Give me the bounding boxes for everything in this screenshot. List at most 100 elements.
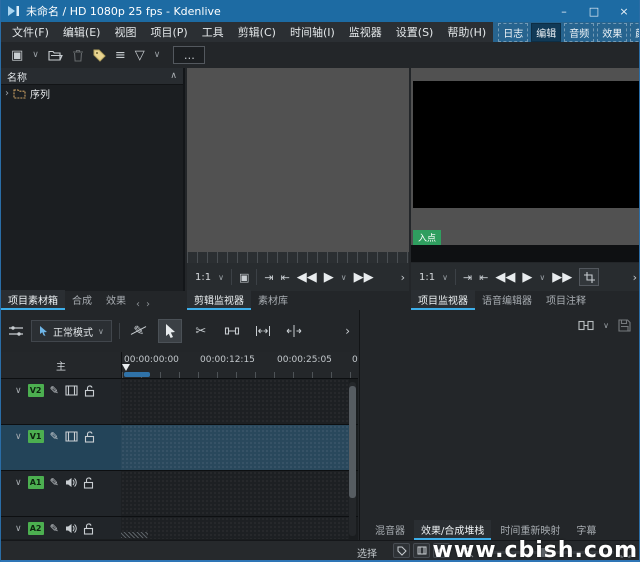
monitor-frame-icon[interactable]: ▣ xyxy=(239,271,249,284)
razor-tool[interactable]: ✂ xyxy=(189,319,213,343)
trash-icon[interactable] xyxy=(72,49,84,62)
track-header-a2[interactable]: ∨ A2 ✎ xyxy=(1,517,121,539)
project-monitor-ruler[interactable] xyxy=(411,245,640,262)
rewind-button[interactable]: ◀◀ xyxy=(495,270,515,285)
tab-time-remap[interactable]: 时间重新映射 xyxy=(493,520,567,540)
chevron-down-icon[interactable]: ∨ xyxy=(15,386,22,396)
sort-ascending-icon[interactable]: ∧ xyxy=(170,71,177,81)
tab-speech-editor[interactable]: 语音编辑器 xyxy=(475,290,539,310)
master-track-button[interactable]: 主 xyxy=(1,352,121,378)
menu-clip[interactable]: 剪辑(C) xyxy=(231,22,283,42)
ripple-tool[interactable] xyxy=(251,319,275,343)
tab-clip-monitor[interactable]: 剪辑监视器 xyxy=(187,290,251,310)
menu-monitor[interactable]: 监视器 xyxy=(342,22,389,42)
name-column-label[interactable]: 名称 xyxy=(7,69,170,84)
monitor-zoom-level[interactable]: 1:1 xyxy=(419,272,435,283)
bin-item-label[interactable]: 序列 xyxy=(30,86,50,101)
tag-icon[interactable] xyxy=(93,49,106,62)
track-lane-v2[interactable] xyxy=(121,379,349,424)
tab-mixer[interactable]: 混音器 xyxy=(368,520,412,540)
chevron-down-icon[interactable]: ∨ xyxy=(15,478,22,488)
menu-settings[interactable]: 设置(S) xyxy=(389,22,441,42)
thumbnails-toggle-button[interactable] xyxy=(413,543,430,558)
edit-pencil-icon[interactable]: ✎ xyxy=(50,430,59,443)
minimize-button[interactable]: – xyxy=(549,0,579,22)
menu-help[interactable]: 帮助(H) xyxy=(440,22,493,42)
zone-out-icon[interactable]: ⇤ xyxy=(281,271,290,284)
workspace-tab-audio[interactable]: 音频 xyxy=(564,23,594,42)
rewind-button[interactable]: ◀◀ xyxy=(297,270,317,285)
lock-icon[interactable] xyxy=(84,384,95,397)
chevron-down-icon[interactable]: ∨ xyxy=(218,273,224,282)
tab-project-monitor[interactable]: 项目监视器 xyxy=(411,290,475,310)
film-icon[interactable] xyxy=(65,384,78,397)
forward-button[interactable]: ▶▶ xyxy=(552,270,572,285)
forward-button[interactable]: ▶▶ xyxy=(354,270,374,285)
save-effect-icon[interactable] xyxy=(618,319,631,332)
lock-icon[interactable] xyxy=(83,476,94,489)
toolbar-overflow-icon[interactable]: › xyxy=(345,324,350,338)
workspace-tab-effects[interactable]: 效果 xyxy=(597,23,627,42)
chevron-down-icon[interactable]: ∨ xyxy=(15,432,22,442)
tab-compositions[interactable]: 合成 xyxy=(65,290,99,310)
timeline-vertical-scrollbar[interactable] xyxy=(349,382,356,536)
timeline-zone-bar[interactable] xyxy=(124,372,150,377)
lock-icon[interactable] xyxy=(84,430,95,443)
no-edit-tool[interactable]: ✎ xyxy=(127,319,151,343)
clip-monitor-viewport[interactable] xyxy=(187,68,409,252)
workspace-tab-color[interactable]: 颜色 xyxy=(630,23,640,42)
workspace-tab-logging[interactable]: 日志 xyxy=(498,23,528,42)
compare-effect-icon[interactable] xyxy=(578,320,594,331)
filter-funnel-icon[interactable]: ▽ xyxy=(135,48,145,63)
chevron-down-icon[interactable]: ∨ xyxy=(32,50,39,60)
speaker-icon[interactable] xyxy=(65,522,77,535)
clip-monitor-ruler[interactable] xyxy=(187,252,409,263)
track-lane-a2[interactable] xyxy=(121,517,349,539)
track-config-icon[interactable] xyxy=(8,324,24,338)
track-badge[interactable]: A1 xyxy=(28,476,44,489)
menu-timeline[interactable]: 时间轴(I) xyxy=(283,22,342,42)
trim-mode-button[interactable] xyxy=(579,268,599,286)
chevron-down-icon[interactable]: ∨ xyxy=(539,273,545,282)
menu-tools[interactable]: 工具 xyxy=(195,22,231,42)
menu-edit[interactable]: 编辑(E) xyxy=(56,22,108,42)
bin-item-sequence[interactable]: › 序列 xyxy=(1,85,183,101)
scrollbar-thumb[interactable] xyxy=(349,386,356,498)
spacer-tool[interactable] xyxy=(220,319,244,343)
tab-project-bin[interactable]: 项目素材箱 xyxy=(1,290,65,310)
edit-pencil-icon[interactable]: ✎ xyxy=(50,476,59,489)
toolbar-overflow-button[interactable]: … xyxy=(173,46,205,64)
timeline-mode-selector[interactable]: 正常模式 ∨ xyxy=(31,320,112,342)
tab-scroll-right-icon[interactable]: › xyxy=(143,299,153,310)
track-header-v2[interactable]: ∨ V2 ✎ xyxy=(1,379,121,424)
play-button[interactable]: ▶ xyxy=(522,270,532,285)
track-header-a1[interactable]: ∨ A1 ✎ xyxy=(1,471,121,516)
track-lane-a1[interactable] xyxy=(121,471,349,516)
timeline-ruler[interactable]: 00:00:00:00 00:00:12:15 00:00:25:05 00: xyxy=(121,352,358,378)
close-button[interactable]: × xyxy=(609,0,639,22)
zone-in-icon[interactable]: ⇥ xyxy=(264,271,273,284)
tab-effects[interactable]: 效果 xyxy=(99,290,133,310)
menu-project[interactable]: 项目(P) xyxy=(143,22,194,42)
bin-column-header[interactable]: 名称 ∧ xyxy=(1,68,183,85)
thumbnail-view-icon[interactable]: ▣ xyxy=(11,48,23,63)
track-badge[interactable]: V2 xyxy=(28,384,44,397)
lock-icon[interactable] xyxy=(83,522,94,535)
tab-subtitles[interactable]: 字幕 xyxy=(569,520,603,540)
tab-scroll-left-icon[interactable]: ‹ xyxy=(133,299,143,310)
open-folder-icon[interactable] xyxy=(48,49,63,61)
title-bar[interactable]: 未命名 / HD 1080p 25 fps - Kdenlive – □ × xyxy=(1,0,639,22)
zone-out-icon[interactable]: ⇤ xyxy=(479,271,488,284)
edit-pencil-icon[interactable]: ✎ xyxy=(50,522,59,535)
tab-library[interactable]: 素材库 xyxy=(251,290,295,310)
playhead-marker[interactable] xyxy=(122,364,130,371)
chevron-down-icon[interactable]: ∨ xyxy=(341,273,347,282)
chevron-down-icon[interactable]: ∨ xyxy=(15,524,22,534)
maximize-button[interactable]: □ xyxy=(579,0,609,22)
monitor-overflow-icon[interactable]: › xyxy=(633,271,637,284)
monitor-overflow-icon[interactable]: › xyxy=(401,271,405,284)
menu-file[interactable]: 文件(F) xyxy=(5,22,56,42)
selection-tool[interactable] xyxy=(158,319,182,343)
tag-toggle-button[interactable] xyxy=(393,543,410,558)
slip-tool[interactable] xyxy=(282,319,306,343)
